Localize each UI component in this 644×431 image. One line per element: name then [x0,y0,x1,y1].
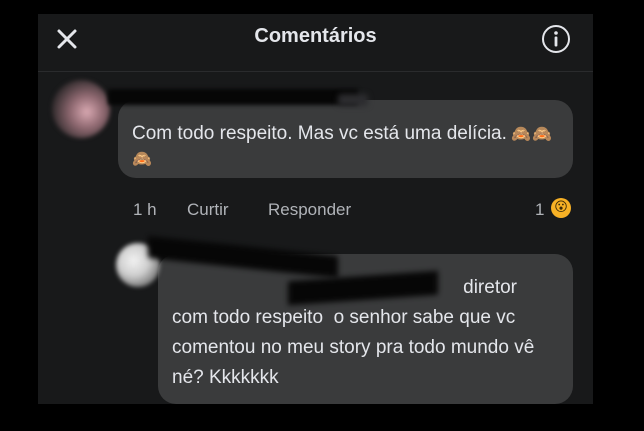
header-divider [38,71,593,72]
comment-bubble: Com todo respeito. Mas vc está uma delíc… [118,100,573,178]
like-link[interactable]: Curtir [187,200,229,220]
wow-reaction-icon[interactable]: 😮 [551,198,571,218]
comment-timestamp: 1 h [133,200,157,219]
redacted-username [108,89,358,105]
comment-actions: 1 h Curtir Responder [133,200,583,222]
reaction-count[interactable]: 1 [535,200,544,220]
header: Comentários [38,14,593,64]
info-button[interactable] [540,23,572,55]
reply-text-body: com todo respeito o senhor sabe que vc c… [172,307,540,388]
comment-text: Com todo respeito. Mas vc está uma delíc… [132,123,507,144]
redacted-username-tail [338,94,368,106]
status-bar-area [0,0,644,14]
page-title: Comentários [254,25,377,47]
reply-link[interactable]: Responder [268,200,351,220]
comments-screen: Comentários Com todo respeito. Mas vc es… [38,14,593,404]
avatar[interactable] [52,80,110,138]
info-icon [542,25,570,53]
